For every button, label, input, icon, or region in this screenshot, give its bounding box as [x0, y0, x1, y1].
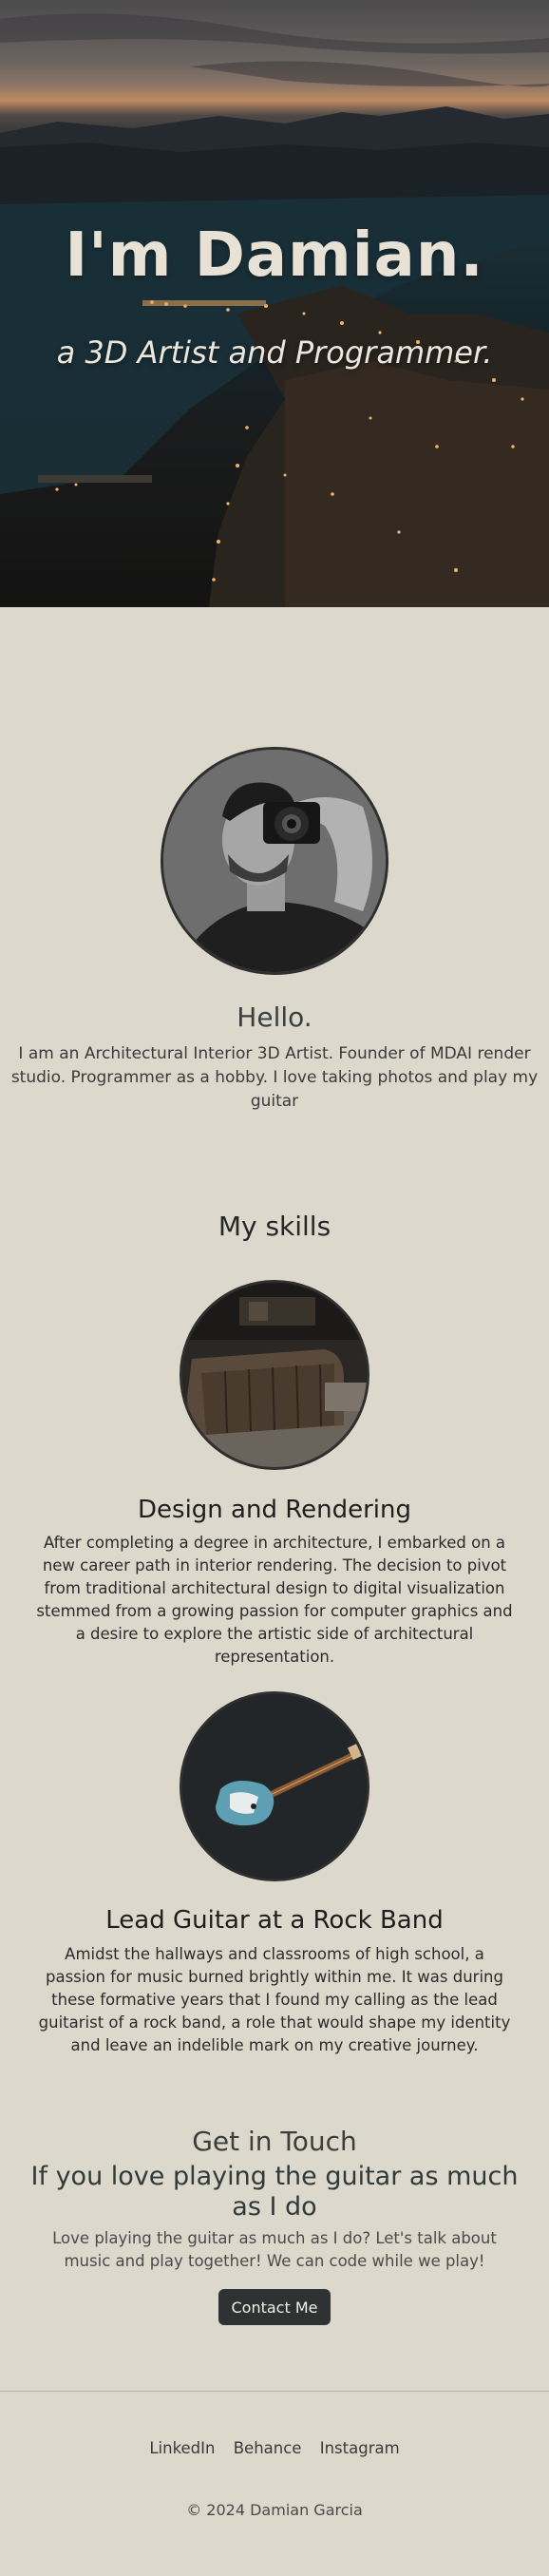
footer-link-instagram[interactable]: Instagram — [320, 2439, 400, 2457]
skill-title: Lead Guitar at a Rock Band — [105, 1906, 444, 1935]
profile-photo — [161, 747, 388, 975]
skill-title: Design and Rendering — [138, 1496, 411, 1524]
contact-text: Love playing the guitar as much as I do?… — [52, 2229, 497, 2270]
footer-link-linkedin[interactable]: LinkedIn — [149, 2439, 215, 2457]
hero-background-image — [0, 13, 549, 607]
hero-section: I'm Damian. a 3D Artist and Programmer. — [0, 0, 549, 607]
footer-links: LinkedIn Behance Instagram — [0, 2439, 549, 2457]
copyright: © 2024 Damian Garcia — [186, 2501, 363, 2519]
footer-divider — [0, 2391, 549, 2392]
footer-link-behance[interactable]: Behance — [234, 2439, 302, 2457]
skill-description: After completing a degree in architectur… — [36, 1534, 513, 1666]
about-bio: I am an Architectural Interior 3D Artist… — [10, 1044, 539, 1111]
contact-me-button[interactable]: Contact Me — [218, 2289, 331, 2325]
contact-subheading: If you love playing the guitar as much a… — [30, 2162, 519, 2222]
about-heading: Hello. — [237, 1002, 312, 1033]
skills-heading: My skills — [218, 1211, 331, 1242]
skill-description: Amidst the hallways and classrooms of hi… — [38, 1945, 511, 2054]
skill-image-rendering — [180, 1280, 369, 1470]
hero-title: I'm Damian. — [65, 220, 484, 291]
skill-image-guitar — [180, 1691, 369, 1881]
contact-heading: Get in Touch — [192, 2126, 357, 2157]
hero-subtitle: a 3D Artist and Programmer. — [56, 334, 493, 371]
